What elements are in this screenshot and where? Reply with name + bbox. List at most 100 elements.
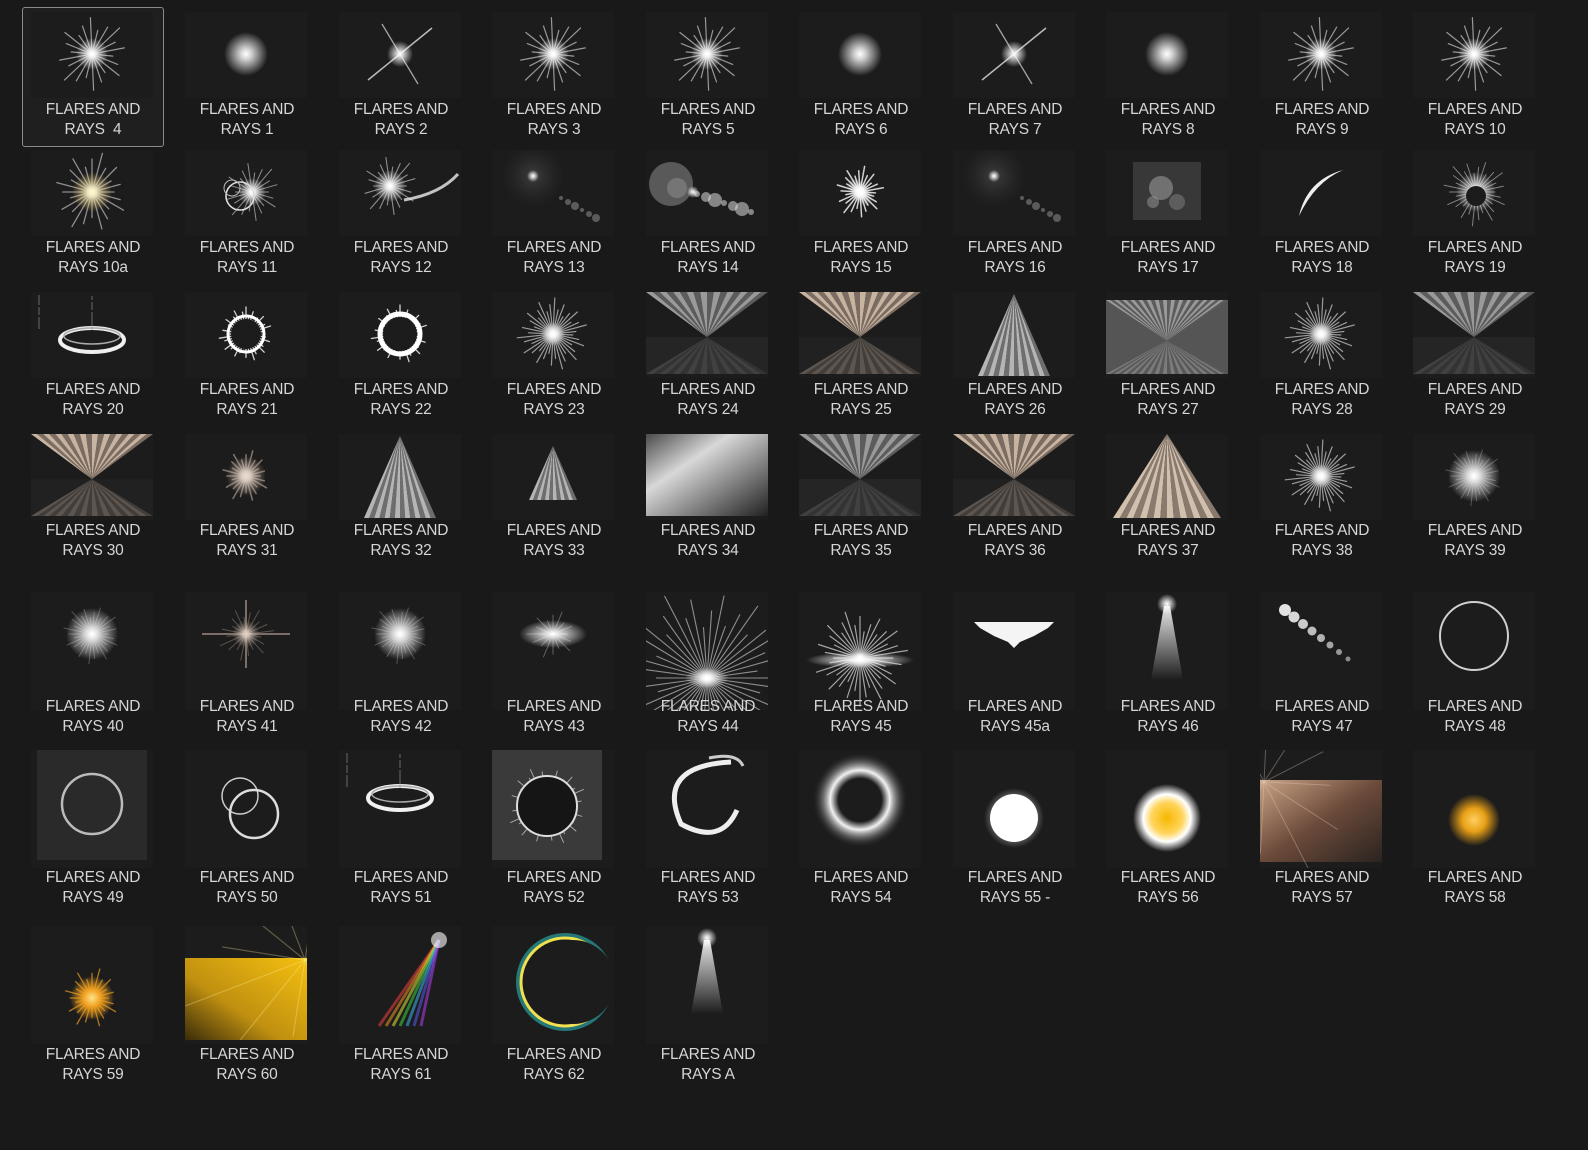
brush-item[interactable]: FLARES AND RAYS 25 xyxy=(791,292,931,426)
brush-item[interactable]: FLARES AND RAYS 3 xyxy=(484,12,624,146)
brush-item[interactable]: FLARES AND RAYS 59 xyxy=(23,926,163,1091)
brush-item[interactable]: FLARES AND RAYS 1 xyxy=(177,12,317,146)
brush-item[interactable]: FLARES AND RAYS 7 xyxy=(945,12,1085,146)
brush-item[interactable]: FLARES AND RAYS 10a xyxy=(23,150,163,284)
brush-item[interactable]: FLARES AND RAYS 28 xyxy=(1252,292,1392,426)
brush-item[interactable]: FLARES AND RAYS 52 xyxy=(484,750,624,914)
brush-item[interactable]: FLARES AND RAYS 24 xyxy=(638,292,778,426)
brush-label-line2: RAYS 49 xyxy=(62,889,124,906)
brush-item[interactable]: FLARES AND RAYS 45a xyxy=(945,592,1085,743)
brush-item[interactable]: FLARES AND RAYS 8 xyxy=(1098,12,1238,146)
brush-item[interactable]: FLARES AND RAYS 61 xyxy=(331,926,471,1091)
upward-rays-icon xyxy=(646,592,768,710)
brush-item[interactable]: FLARES AND RAYS 20 xyxy=(23,292,163,426)
brush-item[interactable]: FLARES AND RAYS 15 xyxy=(791,150,931,284)
brush-label-line1: FLARES AND xyxy=(199,101,295,118)
brush-item[interactable]: FLARES AND RAYS 19 xyxy=(1405,150,1545,284)
brush-item[interactable]: FLARES AND RAYS 5 xyxy=(638,12,778,146)
spotlight-icon xyxy=(1106,592,1228,710)
soft-glow-icon xyxy=(185,12,307,98)
brush-label-line1: FLARES AND xyxy=(1427,239,1523,256)
brush-label: FLARES AND RAYS 44 xyxy=(638,697,778,737)
brush-label: FLARES AND RAYS 53 xyxy=(638,868,778,908)
brush-label-line1: FLARES AND xyxy=(45,869,141,886)
brush-label-line2: RAYS 45 xyxy=(830,718,892,735)
brush-item[interactable]: FLARES AND RAYS 51 xyxy=(331,750,471,914)
brush-label-line1: FLARES AND xyxy=(1427,381,1523,398)
brush-item[interactable]: FLARES AND RAYS 10 xyxy=(1405,12,1545,146)
brush-item[interactable]: FLARES AND RAYS 46 xyxy=(1098,592,1238,743)
brush-label-line1: FLARES AND xyxy=(1120,239,1216,256)
brush-item[interactable]: FLARES AND RAYS 58 xyxy=(1405,750,1545,914)
brush-item[interactable]: FLARES AND RAYS 31 xyxy=(177,434,317,567)
brush-label: FLARES AND RAYS 34 xyxy=(638,521,778,561)
brush-item[interactable]: FLARES AND RAYS 16 xyxy=(945,150,1085,284)
brush-item[interactable]: FLARES AND RAYS 53 xyxy=(638,750,778,914)
brush-item[interactable]: FLARES AND RAYS 23 xyxy=(484,292,624,426)
brush-label-line1: FLARES AND xyxy=(506,698,602,715)
brush-item[interactable]: FLARES AND RAYS 57 xyxy=(1252,750,1392,914)
cross-flare-icon xyxy=(339,12,461,98)
brush-label-line2: RAYS 48 xyxy=(1444,718,1506,735)
brush-item[interactable]: FLARES AND RAYS 56 xyxy=(1098,750,1238,914)
brush-item[interactable]: FLARES AND RAYS 41 xyxy=(177,592,317,743)
brush-label: FLARES AND RAYS 59 xyxy=(23,1045,163,1085)
brush-item[interactable]: FLARES AND RAYS 29 xyxy=(1405,292,1545,426)
brush-item[interactable]: FLARES AND RAYS 47 xyxy=(1252,592,1392,743)
thin-ring-icon xyxy=(1413,592,1535,710)
brush-label: FLARES AND RAYS 49 xyxy=(23,868,163,908)
brush-item[interactable]: FLARES AND RAYS 42 xyxy=(331,592,471,743)
brush-label-line2: RAYS 3 xyxy=(527,121,581,138)
brush-item[interactable]: FLARES AND RAYS 26 xyxy=(945,292,1085,426)
brush-item[interactable]: FLARES AND RAYS 18 xyxy=(1252,150,1392,284)
brush-label: FLARES AND RAYS 33 xyxy=(484,521,624,561)
brush-item[interactable]: FLARES AND RAYS 17 xyxy=(1098,150,1238,284)
brush-label-line2: RAYS 33 xyxy=(523,542,585,559)
brush-item[interactable]: FLARES AND RAYS 22 xyxy=(331,292,471,426)
eclipse-rays-icon xyxy=(1413,150,1535,236)
brush-item[interactable]: FLARES AND RAYS 38 xyxy=(1252,434,1392,567)
brush-item[interactable]: FLARES AND RAYS 33 xyxy=(484,434,624,567)
brush-label-line1: FLARES AND xyxy=(353,522,449,539)
brush-item[interactable]: FLARES AND RAYS 49 xyxy=(23,750,163,914)
brush-item[interactable]: FLARES AND RAYS 55 - xyxy=(945,750,1085,914)
brush-item[interactable]: FLARES AND RAYS 60 xyxy=(177,926,317,1091)
brush-item[interactable]: FLARES AND RAYS 34 xyxy=(638,434,778,567)
brush-item[interactable]: FLARES AND RAYS 12 xyxy=(331,150,471,284)
brush-item[interactable]: FLARES AND RAYS 36 xyxy=(945,434,1085,567)
brush-label-line2: RAYS 41 xyxy=(216,718,278,735)
brush-label-line2: RAYS 11 xyxy=(216,259,278,276)
brush-item[interactable]: FLARES AND RAYS 40 xyxy=(23,592,163,743)
brush-label-line2: RAYS 53 xyxy=(677,889,739,906)
brush-item[interactable]: FLARES AND RAYS 32 xyxy=(331,434,471,567)
brush-label: FLARES AND RAYS 10 xyxy=(1405,100,1545,140)
brush-item[interactable]: FLARES AND RAYS 14 xyxy=(638,150,778,284)
warm-burst-icon xyxy=(185,434,307,520)
brush-item[interactable]: FLARES AND RAYS 44 xyxy=(638,592,778,743)
brush-item[interactable]: FLARES AND RAYS 2 xyxy=(331,12,471,146)
brush-label: FLARES AND RAYS 24 xyxy=(638,380,778,420)
brush-item[interactable]: FLARES AND RAYS 62 xyxy=(484,926,624,1091)
brush-item[interactable]: FLARES AND RAYS 45 xyxy=(791,592,931,743)
brush-item[interactable]: FLARES AND RAYS 11 xyxy=(177,150,317,284)
ray-fan-icon xyxy=(799,292,921,378)
brush-item[interactable]: FLARES AND RAYS 37 xyxy=(1098,434,1238,567)
brush-item[interactable]: FLARES AND RAYS 21 xyxy=(177,292,317,426)
brush-item[interactable]: FLARES AND RAYS 27 xyxy=(1098,292,1238,426)
brush-item[interactable]: FLARES AND RAYS 30 xyxy=(23,434,163,567)
brush-item[interactable]: FLARES AND RAYS A xyxy=(638,926,778,1091)
brush-item[interactable]: FLARES AND RAYS 9 xyxy=(1252,12,1392,146)
brush-item[interactable]: FLARES AND RAYS 50 xyxy=(177,750,317,914)
brush-item[interactable]: FLARES AND RAYS 54 xyxy=(791,750,931,914)
brush-item[interactable]: FLARES AND RAYS 6 xyxy=(791,12,931,146)
brush-label-line1: FLARES AND xyxy=(45,698,141,715)
brush-item[interactable]: FLARES AND RAYS 48 xyxy=(1405,592,1545,743)
brush-item[interactable]: FLARES AND RAYS 4 xyxy=(22,7,164,147)
brush-item[interactable]: FLARES AND RAYS 39 xyxy=(1405,434,1545,567)
brush-label-line1: FLARES AND xyxy=(660,239,756,256)
brush-label-line2: RAYS 58 xyxy=(1444,889,1506,906)
brush-item[interactable]: FLARES AND RAYS 35 xyxy=(791,434,931,567)
brush-label: FLARES AND RAYS 32 xyxy=(331,521,471,561)
brush-item[interactable]: FLARES AND RAYS 13 xyxy=(484,150,624,284)
brush-item[interactable]: FLARES AND RAYS 43 xyxy=(484,592,624,743)
